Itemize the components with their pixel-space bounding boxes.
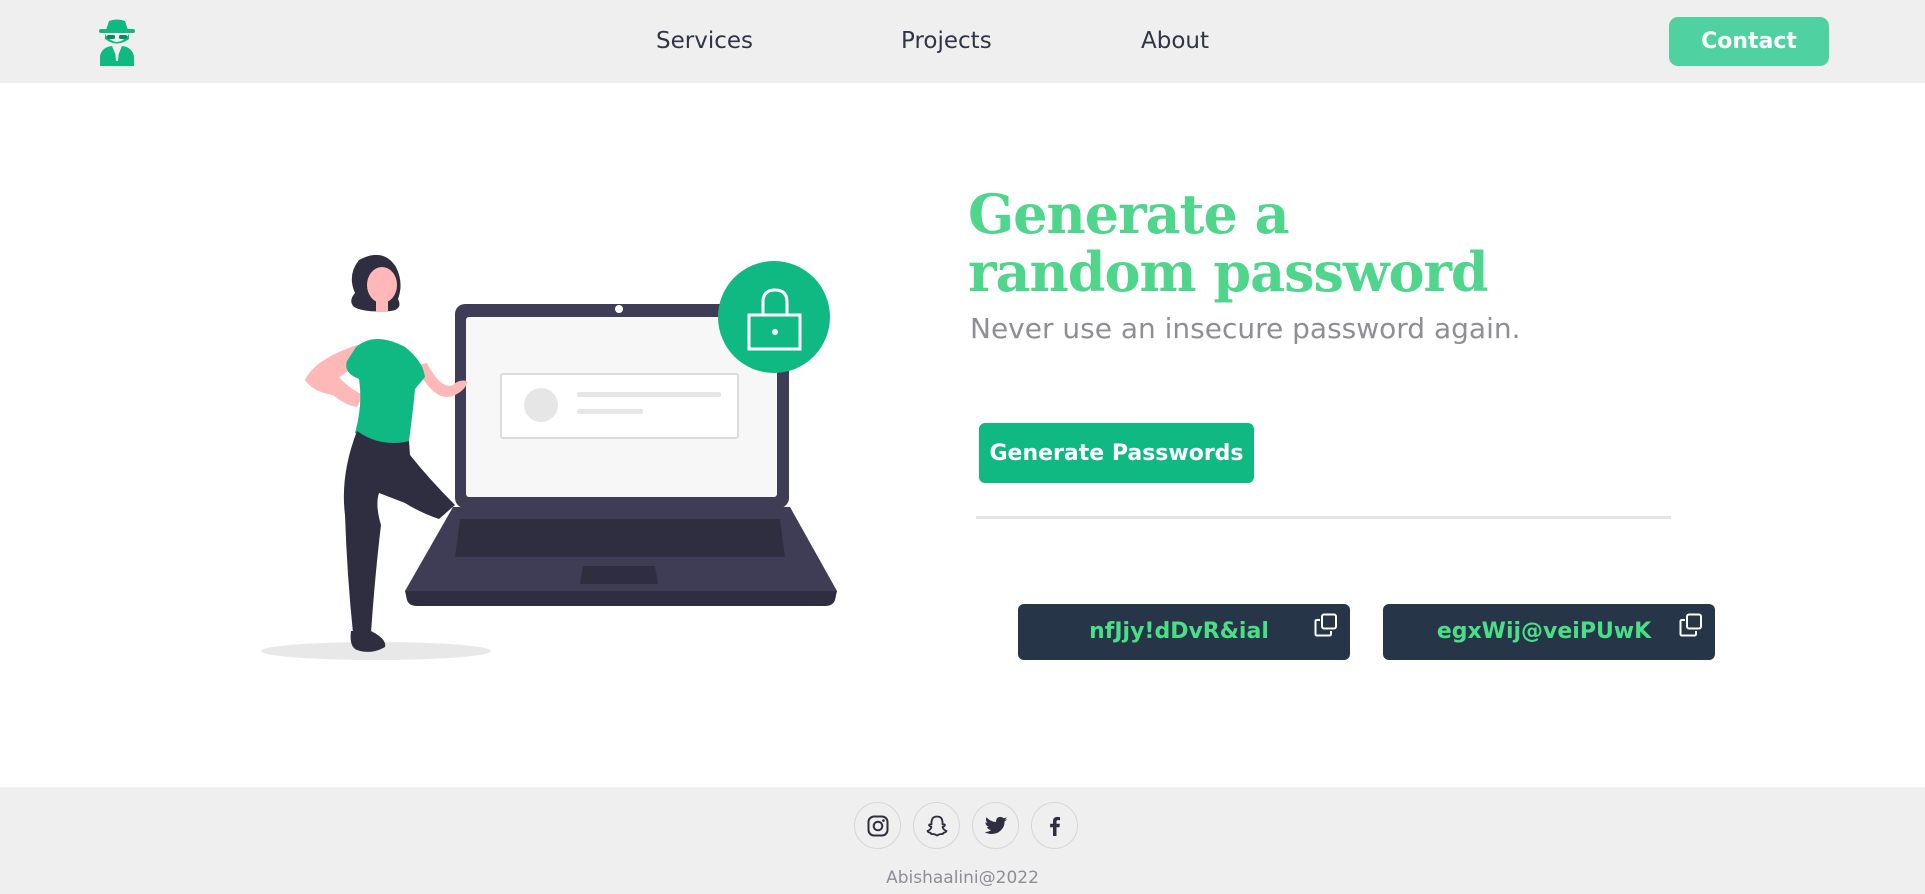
nav-link-projects[interactable]: Projects xyxy=(901,26,992,56)
twitter-icon[interactable] xyxy=(972,802,1019,849)
spy-logo-icon[interactable] xyxy=(96,18,138,66)
password-box-1[interactable]: nfJjy!dDvR&ial xyxy=(1018,604,1350,660)
copy-icon[interactable] xyxy=(1679,613,1703,637)
password-value-2[interactable]: egxWij@veiPUwK xyxy=(1383,604,1715,660)
nav-link-services[interactable]: Services xyxy=(656,26,753,56)
contact-button[interactable]: Contact xyxy=(1669,17,1829,66)
hero-title: Generate a random password xyxy=(968,185,1568,301)
password-box-2[interactable]: egxWij@veiPUwK xyxy=(1383,604,1715,660)
navbar: Services Projects About Contact xyxy=(0,0,1925,83)
hero-subtitle: Never use an insecure password again. xyxy=(970,312,1521,345)
hero-title-line-1: Generate a xyxy=(968,182,1290,246)
snapchat-icon[interactable] xyxy=(913,802,960,849)
password-value-1[interactable]: nfJjy!dDvR&ial xyxy=(1018,604,1350,660)
facebook-icon[interactable] xyxy=(1031,802,1078,849)
hero-title-line-2: random password xyxy=(968,240,1489,304)
copy-icon[interactable] xyxy=(1314,613,1338,637)
nav-link-about[interactable]: About xyxy=(1141,26,1209,56)
footer: Abishaalini@2022 xyxy=(0,787,1925,894)
divider xyxy=(976,516,1671,519)
generate-passwords-button[interactable]: Generate Passwords xyxy=(979,423,1254,483)
copyright-text: Abishaalini@2022 xyxy=(886,868,1039,888)
hero-illustration xyxy=(261,255,837,660)
instagram-icon[interactable] xyxy=(854,802,901,849)
